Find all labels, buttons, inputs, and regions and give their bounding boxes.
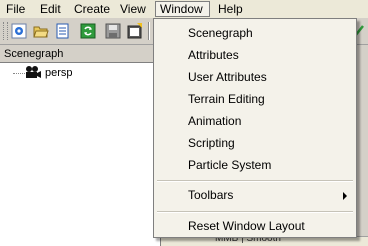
menu-create[interactable]: Create bbox=[70, 1, 114, 17]
gear-icon bbox=[11, 23, 27, 39]
menu-item-terrain-editing[interactable]: Terrain Editing bbox=[154, 88, 356, 110]
submenu-arrow-icon bbox=[343, 192, 347, 200]
document-list-icon bbox=[56, 23, 69, 39]
tree-node-persp[interactable]: persp bbox=[0, 65, 160, 81]
window-menu-dropdown: Scenegraph Attributes User Attributes Te… bbox=[153, 18, 357, 238]
menu-item-scenegraph[interactable]: Scenegraph bbox=[154, 22, 356, 44]
menu-item-attributes[interactable]: Attributes bbox=[154, 44, 356, 66]
menu-item-animation[interactable]: Animation bbox=[154, 110, 356, 132]
menu-item-toolbars[interactable]: Toolbars bbox=[154, 184, 356, 206]
save-disk-icon bbox=[105, 23, 121, 39]
menu-item-reset-window-layout[interactable]: Reset Window Layout bbox=[154, 215, 356, 237]
menu-edit[interactable]: Edit bbox=[36, 1, 65, 17]
camera-icon bbox=[26, 66, 41, 78]
toolbar-button-save[interactable] bbox=[103, 21, 123, 41]
open-folder-icon bbox=[33, 26, 49, 38]
scenegraph-panel: Scenegraph persp bbox=[0, 45, 161, 246]
menu-file[interactable]: File bbox=[2, 1, 29, 17]
refresh-icon bbox=[80, 23, 96, 39]
menu-item-scripting[interactable]: Scripting bbox=[154, 132, 356, 154]
menu-item-particle-system[interactable]: Particle System bbox=[154, 154, 356, 176]
menu-separator bbox=[157, 211, 353, 213]
menu-bar: File Edit Create View Window Help bbox=[0, 0, 368, 18]
toolbar-button-open[interactable] bbox=[31, 21, 51, 41]
menu-window[interactable]: Window bbox=[155, 1, 210, 17]
toolbar-button-settings[interactable] bbox=[9, 21, 29, 41]
menu-view[interactable]: View bbox=[116, 1, 150, 17]
menu-help[interactable]: Help bbox=[214, 1, 247, 17]
tree-node-label: persp bbox=[45, 67, 73, 79]
toolbar-button-list[interactable] bbox=[53, 21, 73, 41]
menu-separator bbox=[157, 180, 353, 182]
export-icon bbox=[127, 23, 142, 39]
toolbar-grip[interactable] bbox=[3, 22, 8, 40]
scenegraph-panel-header: Scenegraph bbox=[0, 45, 160, 63]
toolbar-button-export[interactable] bbox=[125, 21, 145, 41]
menu-item-toolbars-label: Toolbars bbox=[188, 188, 234, 202]
toolbar-button-refresh[interactable] bbox=[78, 21, 98, 41]
menu-item-user-attributes[interactable]: User Attributes bbox=[154, 66, 356, 88]
toolbar-separator bbox=[148, 22, 150, 40]
